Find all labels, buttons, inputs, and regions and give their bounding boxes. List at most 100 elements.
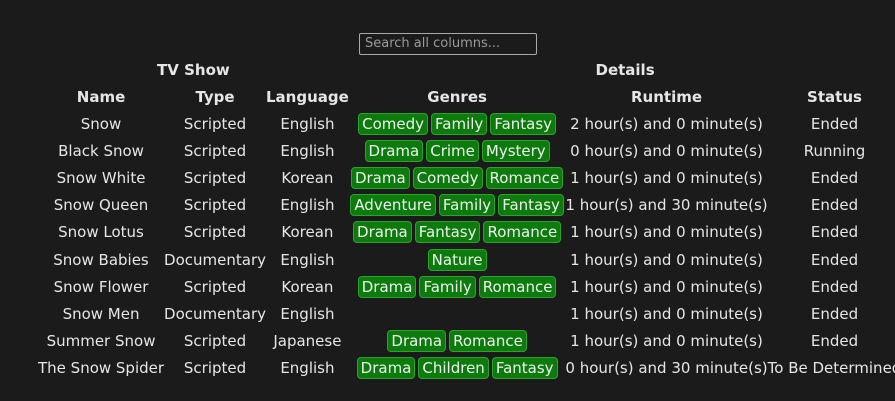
table-row: Summer Snow Scripted Japanese Drama Romance 1… (38, 328, 895, 355)
cell-name: Snow Queen (53, 196, 149, 215)
cell-status: Ended (810, 250, 859, 269)
cell-status: Ended (810, 304, 859, 323)
cell-genres: Drama Comedy Romance (349, 164, 566, 191)
cell-name: Snow Flower (53, 277, 149, 296)
cell-type: Documentary (164, 304, 266, 323)
table-row: Snow Flower Scripted Korean Drama Family Roma… (38, 273, 895, 300)
group-header-details: Details (595, 60, 655, 79)
cell-status: Ended (810, 196, 859, 215)
cell-language: English (280, 250, 335, 269)
cell-language: English (280, 141, 335, 160)
cell-runtime: 1 hour(s) and 0 minute(s) (570, 304, 763, 323)
tv-shows-table: TV Show Details Name Type Language Genre… (38, 56, 895, 382)
cell-name: Snow Men (62, 304, 140, 323)
genre-tag: Family (438, 194, 496, 217)
cell-runtime: 0 hour(s) and 0 minute(s) (570, 141, 763, 160)
cell-genres: Comedy Family Fantasy (349, 110, 566, 137)
genre-tag: Adventure (350, 194, 436, 217)
genre-tag: Drama (353, 221, 412, 244)
cell-genres: Drama Crime Mystery (349, 137, 566, 164)
cell-genres: Nature (349, 246, 566, 273)
cell-type: Documentary (164, 250, 266, 269)
column-header-genres[interactable]: Genres (349, 83, 566, 110)
table-row: Snow White Scripted Korean Drama Comedy Roman… (38, 164, 895, 191)
search-container (359, 32, 537, 55)
genre-tag: Comedy (358, 112, 429, 135)
cell-status: Ended (810, 332, 859, 351)
cell-genres: Adventure Family Fantasy (349, 192, 566, 219)
cell-runtime: 2 hour(s) and 0 minute(s) (570, 114, 763, 133)
group-header-row: TV Show Details (38, 56, 895, 83)
cell-type: Scripted (183, 332, 247, 351)
genre-tag: Drama (350, 166, 410, 189)
table-row: Snow Queen Scripted English Adventure Family… (38, 192, 895, 219)
cell-status: Ended (810, 223, 859, 242)
cell-status: Running (803, 141, 866, 160)
page: TV Show Details Name Type Language Genre… (0, 0, 895, 401)
cell-status: Ended (810, 114, 859, 133)
cell-status: To Be Determined (767, 359, 895, 378)
genre-tag: Fantasy (490, 112, 557, 135)
column-header-status[interactable]: Status (768, 83, 895, 110)
table-row: The Snow Spider Scripted English Drama Child… (38, 355, 895, 382)
genre-tag: Fantasy (491, 357, 558, 380)
cell-language: English (280, 359, 335, 378)
cell-type: Scripted (183, 223, 247, 242)
cell-name: Snow (80, 114, 122, 133)
group-header-tv-show: TV Show (157, 60, 230, 79)
cell-name: Black Snow (58, 141, 144, 160)
genre-tag: Mystery (481, 139, 550, 162)
cell-name: Snow White (56, 168, 146, 187)
cell-language: English (280, 196, 335, 215)
genre-tag: Fantasy (498, 194, 564, 217)
cell-genres: Drama Romance (349, 328, 566, 355)
genre-tag: Romance (485, 166, 564, 189)
search-input[interactable] (359, 32, 537, 55)
cell-runtime: 1 hour(s) and 0 minute(s) (570, 168, 763, 187)
cell-name: Snow Lotus (58, 223, 144, 242)
genre-tag: Children (418, 357, 489, 380)
cell-name: Snow Babies (53, 250, 149, 269)
cell-name: Summer Snow (46, 332, 156, 351)
genre-tag: Romance (483, 221, 562, 244)
genre-tag: Fantasy (414, 221, 481, 244)
cell-name: The Snow Spider (38, 359, 165, 378)
table-row: Black Snow Scripted English Drama Crime Myste… (38, 137, 895, 164)
cell-genres: Drama Children Fantasy (349, 355, 566, 382)
genre-tag: Drama (387, 330, 447, 353)
cell-genres (349, 300, 566, 327)
cell-language: English (280, 114, 335, 133)
cell-type: Scripted (183, 114, 247, 133)
column-header-runtime[interactable]: Runtime (565, 83, 767, 110)
genre-tag: Drama (364, 139, 424, 162)
genre-tag: Family (419, 275, 476, 298)
cell-type: Scripted (183, 359, 247, 378)
genre-tag: Comedy (412, 166, 483, 189)
cell-genres: Drama Family Romance (349, 273, 566, 300)
cell-language: Japanese (273, 332, 342, 351)
genre-tag: Drama (356, 357, 416, 380)
cell-runtime: 0 hour(s) and 30 minute(s) (565, 359, 768, 378)
column-header-name[interactable]: Name (38, 83, 164, 110)
column-header-type[interactable]: Type (164, 83, 266, 110)
genre-tag: Nature (427, 248, 487, 271)
column-header-language[interactable]: Language (266, 83, 349, 110)
cell-runtime: 1 hour(s) and 0 minute(s) (570, 223, 763, 242)
genre-tag: Romance (449, 330, 527, 353)
table-row: Snow Lotus Scripted Korean Drama Fantasy Roma… (38, 219, 895, 246)
cell-status: Ended (810, 168, 859, 187)
cell-type: Scripted (183, 168, 247, 187)
cell-runtime: 1 hour(s) and 30 minute(s) (565, 196, 768, 215)
cell-genres: Drama Fantasy Romance (349, 219, 566, 246)
column-header-row: Name Type Language Genres Runtime Status (38, 83, 895, 110)
table-row: Snow Scripted English Comedy Family Fantasy 2 … (38, 110, 895, 137)
cell-language: English (280, 304, 335, 323)
cell-status: Ended (810, 277, 859, 296)
table-row: Snow Babies Documentary English Nature 1 hou… (38, 246, 895, 273)
cell-runtime: 1 hour(s) and 0 minute(s) (570, 332, 763, 351)
genre-tag: Family (431, 112, 488, 135)
genre-tag: Drama (357, 275, 417, 298)
genre-tag: Crime (426, 139, 479, 162)
cell-language: Korean (281, 168, 334, 187)
table-row: Snow Men Documentary English 1 hour(s) and … (38, 300, 895, 327)
